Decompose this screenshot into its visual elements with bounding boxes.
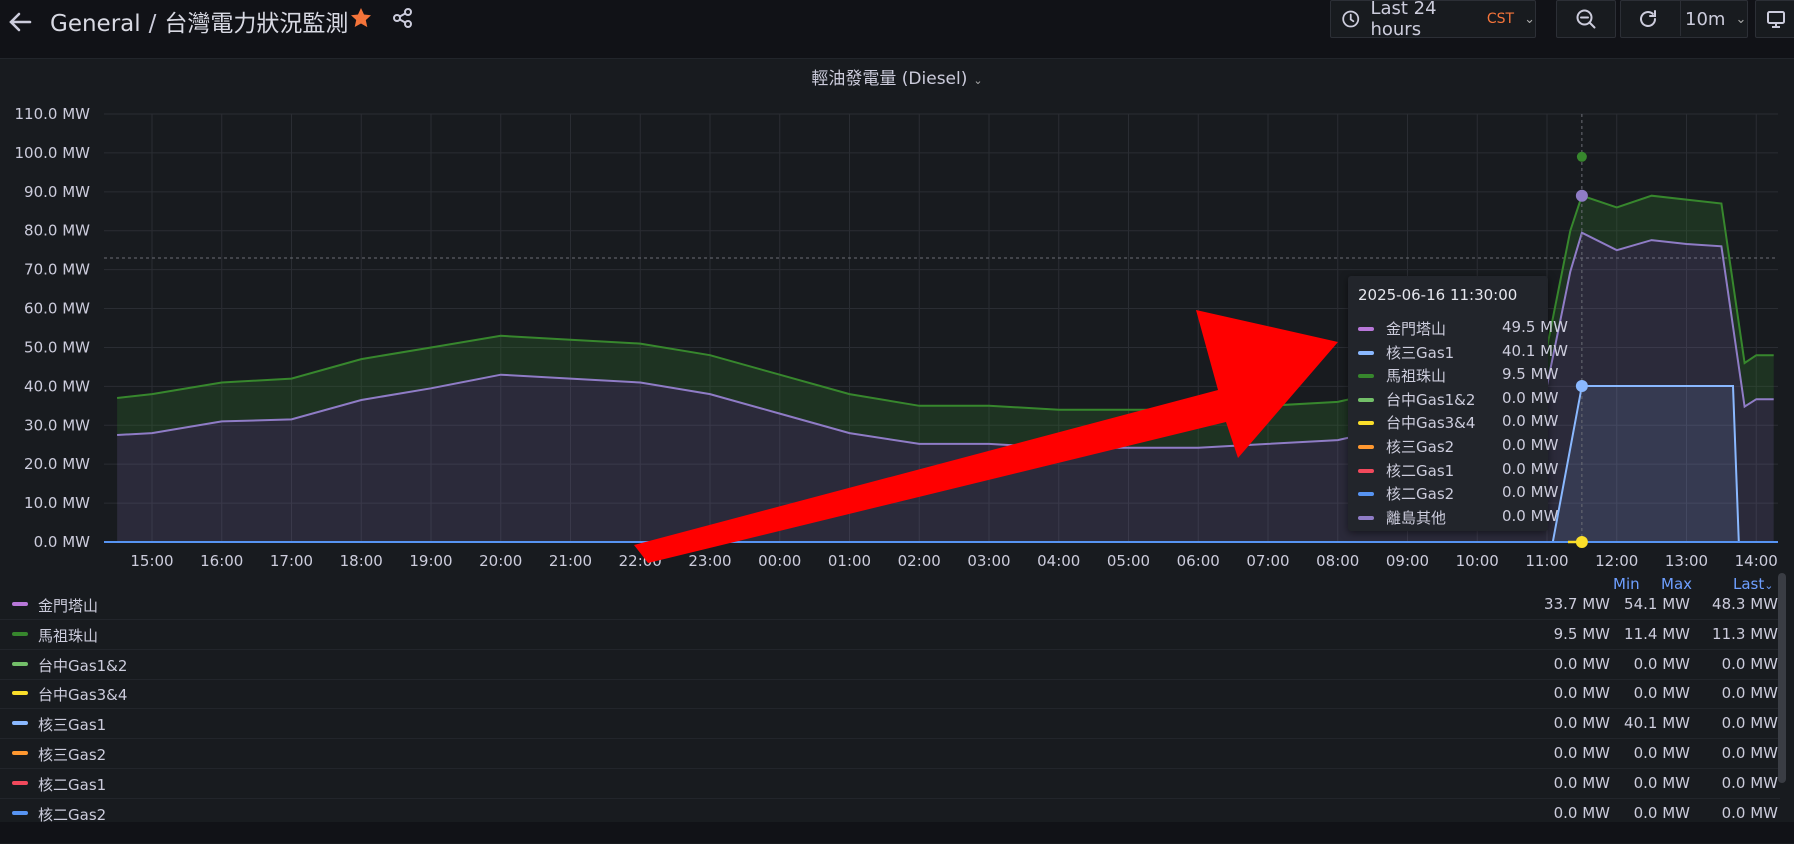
annotation-arrow-layer xyxy=(634,310,1338,563)
red-arrow-annotation xyxy=(634,310,1338,563)
